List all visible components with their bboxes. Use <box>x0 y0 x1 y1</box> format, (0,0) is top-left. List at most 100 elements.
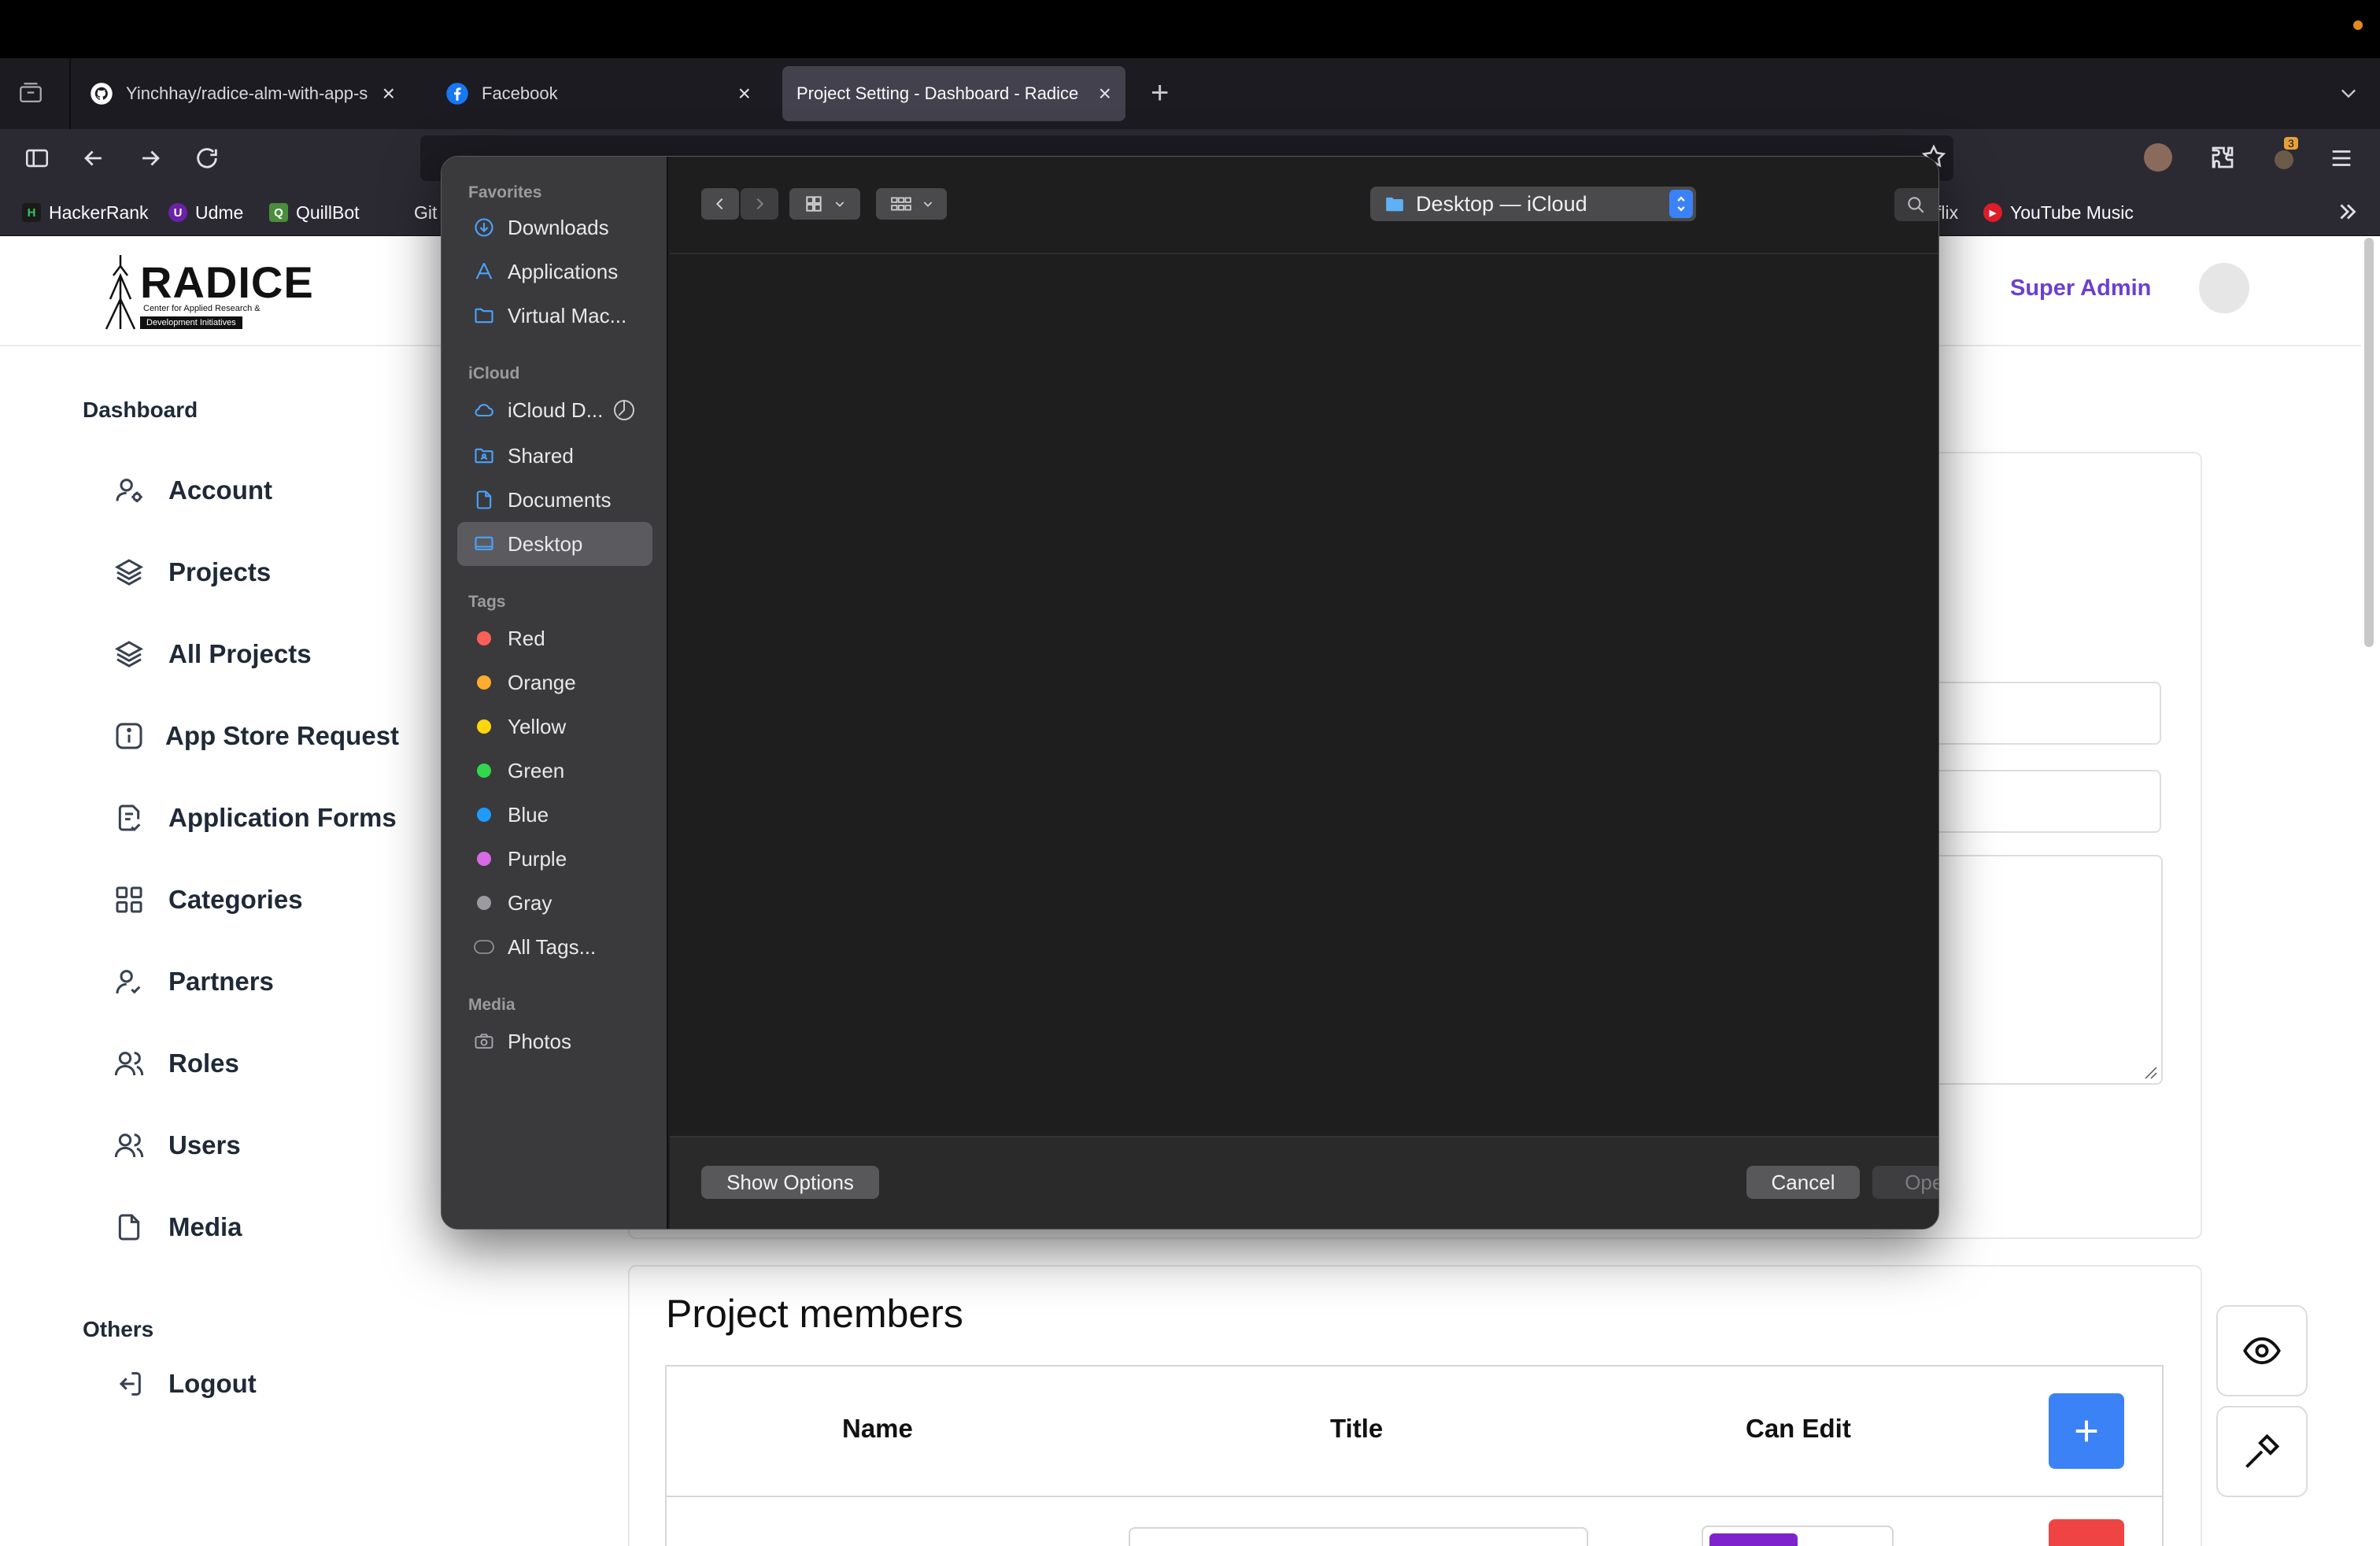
reload-icon[interactable] <box>194 145 220 172</box>
column-header-title: Title <box>1330 1414 1384 1443</box>
search-input[interactable] <box>1937 192 1938 217</box>
layers-icon <box>110 553 148 591</box>
sidebar-toggle-icon[interactable] <box>24 145 50 172</box>
dialog-sidebar: Favorites Downloads Applications Virtual… <box>442 157 668 1229</box>
tag-label: Purple <box>508 846 567 871</box>
sync-progress-icon <box>614 400 634 420</box>
back-icon[interactable] <box>80 145 107 172</box>
project-description-textarea[interactable] <box>1920 855 2163 1085</box>
tag-yellow[interactable]: Yellow <box>457 705 652 749</box>
location-popup[interactable]: Desktop — iCloud <box>1370 187 1696 221</box>
forward-button[interactable] <box>741 188 778 220</box>
tag-all-tags[interactable]: All Tags... <box>457 925 652 969</box>
camera-icon <box>471 1029 497 1054</box>
tab-overview-icon[interactable] <box>17 80 44 107</box>
close-icon[interactable]: × <box>738 83 751 105</box>
sidebar-item-application-forms[interactable]: Application Forms <box>110 790 397 845</box>
favorites-section-title: Favorites <box>468 183 542 202</box>
bookmark-quillbot[interactable]: Q QuillBot <box>269 197 360 228</box>
close-icon[interactable]: × <box>1099 83 1111 105</box>
bookmark-udemy[interactable]: U Udme <box>168 197 243 228</box>
tab-facebook[interactable]: Facebook × <box>431 66 765 121</box>
extensions-icon[interactable] <box>2208 143 2237 172</box>
tab-project-setting[interactable]: Project Setting - Dashboard - Radice × <box>782 66 1125 121</box>
project-name-input[interactable] <box>1920 682 2161 745</box>
preview-button[interactable] <box>2216 1305 2308 1396</box>
open-button[interactable]: Open <box>1872 1166 1938 1199</box>
forward-icon[interactable] <box>137 145 164 172</box>
sidebar-item-downloads[interactable]: Downloads <box>457 205 652 250</box>
profile-avatar-icon[interactable] <box>2144 143 2172 172</box>
sidebar-item-photos[interactable]: Photos <box>457 1019 652 1063</box>
sidebar-item-all-projects[interactable]: All Projects <box>110 627 312 682</box>
bookmark-git[interactable]: Git <box>414 197 437 228</box>
sidebar-item-shared[interactable]: Shared <box>457 434 652 478</box>
sidebar-item-label: Categories <box>168 885 303 914</box>
sidebar-item-label: Application Forms <box>168 803 397 832</box>
sidebar-item-partners[interactable]: Partners <box>110 954 274 1009</box>
radice-logo[interactable]: RADICE Center for Applied Research & Dev… <box>102 250 313 332</box>
file-browser-area[interactable] <box>670 256 1938 1136</box>
edit-tool-button[interactable] <box>2216 1406 2308 1497</box>
tag-label: All Tags... <box>508 934 597 959</box>
tag-blue[interactable]: Blue <box>457 793 652 837</box>
sidebar-item-virtual-mac[interactable]: Virtual Mac... <box>457 294 652 338</box>
project-subtitle-input[interactable] <box>1920 770 2161 833</box>
tab-github[interactable]: Yinchhay/radice-alm-with-app-s × <box>76 66 409 121</box>
layers-icon <box>110 635 148 673</box>
sidebar-item-applications[interactable]: Applications <box>457 250 652 294</box>
bookmark-label: YouTube Music <box>2010 202 2134 223</box>
sidebar-item-desktop[interactable]: Desktop <box>457 522 652 566</box>
sidebar-item-categories[interactable]: Categories <box>110 872 303 927</box>
sidebar-item-account[interactable]: Account <box>110 463 272 518</box>
close-icon[interactable]: × <box>382 83 395 105</box>
sidebar-item-icloud-drive[interactable]: iCloud D... <box>457 388 652 432</box>
search-field[interactable] <box>1894 188 1938 221</box>
member-title-input[interactable] <box>1129 1527 1588 1546</box>
bookmark-netflix[interactable]: flix <box>1936 197 1958 228</box>
delete-member-button[interactable] <box>2049 1519 2124 1546</box>
tag-purple[interactable]: Purple <box>457 837 652 881</box>
show-options-button[interactable]: Show Options <box>701 1166 879 1199</box>
grid-icon <box>110 881 148 919</box>
sidebar-item-media[interactable]: Media <box>110 1200 242 1255</box>
bookmark-hackerrank[interactable]: H HackerRank <box>22 197 149 228</box>
cancel-button[interactable]: Cancel <box>1746 1166 1860 1199</box>
tag-red[interactable]: Red <box>457 616 652 660</box>
group-by-button[interactable] <box>876 188 947 220</box>
sidebar-item-label: iCloud D... <box>508 398 604 422</box>
sidebar-item-roles[interactable]: Roles <box>110 1036 239 1091</box>
page-scrollbar[interactable] <box>2364 238 2374 647</box>
sidebar-item-app-store-request[interactable]: App Store Request <box>110 708 399 764</box>
sidebar-item-label: Partners <box>168 967 274 996</box>
new-tab-icon[interactable]: + <box>1151 77 1169 109</box>
quillbot-icon: Q <box>269 203 288 222</box>
sidebar-item-projects[interactable]: Projects <box>110 545 271 600</box>
icloud-section-title: iCloud <box>468 364 520 383</box>
sidebar-item-users[interactable]: Users <box>110 1118 241 1173</box>
hammer-icon <box>2245 1433 2280 1468</box>
chevron-left-icon <box>715 198 723 210</box>
bookmark-label: QuillBot <box>296 202 360 223</box>
user-name[interactable]: Super Admin <box>2010 276 2151 301</box>
resize-handle-icon[interactable] <box>2139 1061 2158 1080</box>
chevron-double-right-icon[interactable] <box>2334 198 2361 225</box>
can-edit-badge <box>1709 1533 1798 1546</box>
show-options-label: Show Options <box>726 1170 854 1194</box>
tag-gray[interactable]: Gray <box>457 881 652 925</box>
bookmark-youtube-music[interactable]: ▶ YouTube Music <box>1983 197 2134 228</box>
add-member-button[interactable] <box>2049 1393 2124 1469</box>
view-mode-button[interactable] <box>789 188 860 220</box>
avatar[interactable] <box>2199 263 2249 313</box>
menu-icon[interactable] <box>2328 145 2355 172</box>
sidebar-item-documents[interactable]: Documents <box>457 478 652 522</box>
chevron-down-icon[interactable] <box>2336 82 2361 104</box>
sidebar-item-label: App Store Request <box>165 721 400 750</box>
can-edit-select[interactable] <box>1702 1526 1894 1546</box>
tag-outline-icon <box>471 934 497 960</box>
tag-orange[interactable]: Orange <box>457 660 652 705</box>
tag-green[interactable]: Green <box>457 749 652 793</box>
extension-puzzle-icon[interactable]: 3 <box>2270 137 2298 172</box>
logout-button[interactable]: Logout <box>110 1356 257 1411</box>
back-button[interactable] <box>701 188 739 220</box>
